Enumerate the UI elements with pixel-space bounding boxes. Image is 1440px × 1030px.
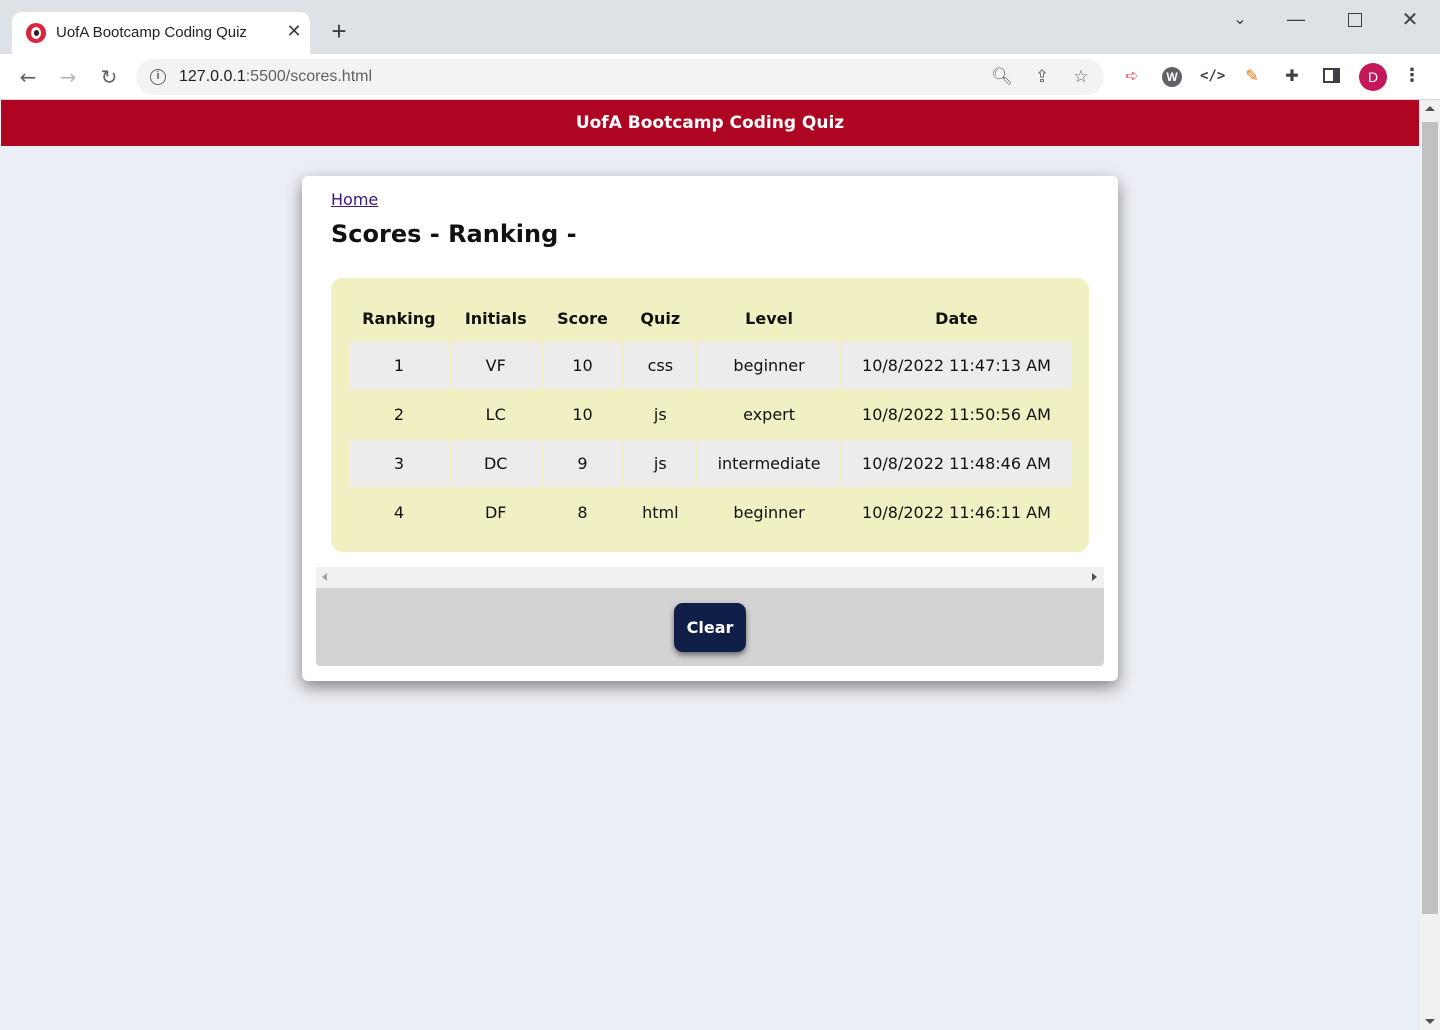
cell-ranking: 4 (393, 503, 404, 522)
cell-quiz: html (642, 503, 679, 522)
quiz-favicon-icon (26, 23, 46, 43)
address-bar[interactable]: i 127.0.0.1:5500/scores.html 🔍︎ ⇪ ☆ (136, 59, 1104, 95)
cell-date: 10/8/2022 11:46:11 AM (862, 503, 1051, 522)
cell-quiz: js (653, 405, 667, 424)
tab-search-chevron-icon[interactable]: ⌄ (1220, 6, 1260, 34)
arrow-left-icon[interactable]: ← (13, 62, 43, 92)
tab-title: UofA Bootcamp Coding Quiz (56, 24, 247, 41)
scroll-down-icon[interactable] (1425, 1019, 1435, 1024)
cell-ranking: 2 (393, 405, 404, 424)
column-header-date: Date (935, 308, 978, 328)
extension-arrow-icon[interactable]: ➪ (1120, 64, 1144, 88)
column-header-ranking: Ranking (362, 308, 436, 328)
url-text[interactable]: 127.0.0.1:5500/scores.html (179, 68, 372, 86)
scrollbar-thumb[interactable] (1422, 122, 1438, 914)
horizontal-scrollbar[interactable] (316, 567, 1104, 588)
cell-quiz: js (624, 440, 697, 487)
scores-card: Home Scores - Ranking - Ranking Initials… (302, 176, 1118, 681)
browser-tab-bar: UofA Bootcamp Coding Quiz ✕ + ⌄ — ✕ (0, 0, 1440, 54)
browser-tab[interactable]: UofA Bootcamp Coding Quiz ✕ (12, 12, 310, 54)
cell-date: 10/8/2022 11:47:13 AM (841, 342, 1071, 389)
kebab-menu-icon[interactable]: ⋮ (1400, 64, 1424, 88)
card-footer: Clear (316, 588, 1104, 666)
cell-initials: DF (484, 503, 507, 522)
puzzle-icon[interactable]: ✚ (1280, 64, 1304, 88)
maximize-icon[interactable] (1334, 6, 1374, 34)
cell-ranking: 3 (349, 440, 449, 487)
table-row: 2 LC 10 js expert 10/8/2022 11:50:56 AM (349, 391, 1071, 438)
table-row: 4 DF 8 html beginner 10/8/2022 11:46:11 … (349, 489, 1071, 536)
cell-level: beginner (733, 503, 805, 522)
column-header-score: Score (557, 308, 608, 328)
vertical-scrollbar[interactable] (1420, 100, 1440, 1030)
cell-level: expert (743, 405, 796, 424)
window-close-icon[interactable]: ✕ (1390, 6, 1430, 34)
profile-avatar[interactable]: D (1359, 63, 1387, 91)
clear-button[interactable]: Clear (674, 603, 746, 652)
new-tab-icon[interactable]: + (326, 18, 352, 44)
cell-date: 10/8/2022 11:50:56 AM (862, 405, 1051, 424)
extension-picker-icon[interactable]: ✎ (1240, 64, 1264, 88)
scroll-left-icon[interactable] (322, 573, 327, 581)
cell-score: 10 (542, 342, 623, 389)
tab-close-icon[interactable]: ✕ (282, 20, 306, 44)
url-host: 127.0.0.1 (179, 68, 246, 85)
table-row: 3 DC 9 js intermediate 10/8/2022 11:48:4… (349, 440, 1071, 487)
scores-table: Ranking Initials Score Quiz Level Date 1… (347, 294, 1073, 538)
side-panel-icon[interactable] (1320, 64, 1344, 88)
cell-score: 9 (542, 440, 623, 487)
cell-level: beginner (698, 342, 840, 389)
cell-ranking: 1 (349, 342, 449, 389)
extension-code-icon[interactable]: </> (1200, 64, 1225, 88)
column-header-initials: Initials (464, 308, 527, 328)
column-header-level: Level (745, 308, 793, 328)
scroll-right-icon[interactable] (1092, 573, 1097, 581)
reload-icon[interactable]: ↻ (94, 62, 124, 92)
page-viewport: UofA Bootcamp Coding Quiz Home Scores - … (0, 100, 1420, 1030)
star-icon[interactable]: ☆ (1070, 66, 1092, 88)
extension-w-icon[interactable]: W (1160, 64, 1184, 88)
info-icon[interactable]: i (150, 69, 166, 85)
cell-initials: VF (450, 342, 541, 389)
url-path: :5500/scores.html (245, 68, 373, 85)
cell-score: 8 (577, 503, 588, 522)
page-title: Scores - Ranking - (331, 220, 577, 248)
arrow-right-icon[interactable]: → (53, 62, 83, 92)
cell-quiz: css (624, 342, 697, 389)
scores-table-container: Ranking Initials Score Quiz Level Date 1… (331, 278, 1089, 552)
table-header-row: Ranking Initials Score Quiz Level Date (349, 296, 1071, 340)
scroll-up-icon[interactable] (1425, 106, 1435, 111)
share-icon[interactable]: ⇪ (1031, 66, 1053, 88)
minimize-icon[interactable]: — (1276, 6, 1316, 34)
column-header-quiz: Quiz (640, 308, 681, 328)
zoom-out-icon[interactable]: 🔍︎ (991, 66, 1013, 88)
cell-level: intermediate (698, 440, 840, 487)
home-link[interactable]: Home (331, 190, 378, 209)
cell-initials: LC (485, 405, 506, 424)
cell-initials: DC (450, 440, 541, 487)
page-header: UofA Bootcamp Coding Quiz (1, 100, 1419, 146)
table-row: 1 VF 10 css beginner 10/8/2022 11:47:13 … (349, 342, 1071, 389)
cell-score: 10 (572, 405, 593, 424)
cell-date: 10/8/2022 11:48:46 AM (841, 440, 1071, 487)
